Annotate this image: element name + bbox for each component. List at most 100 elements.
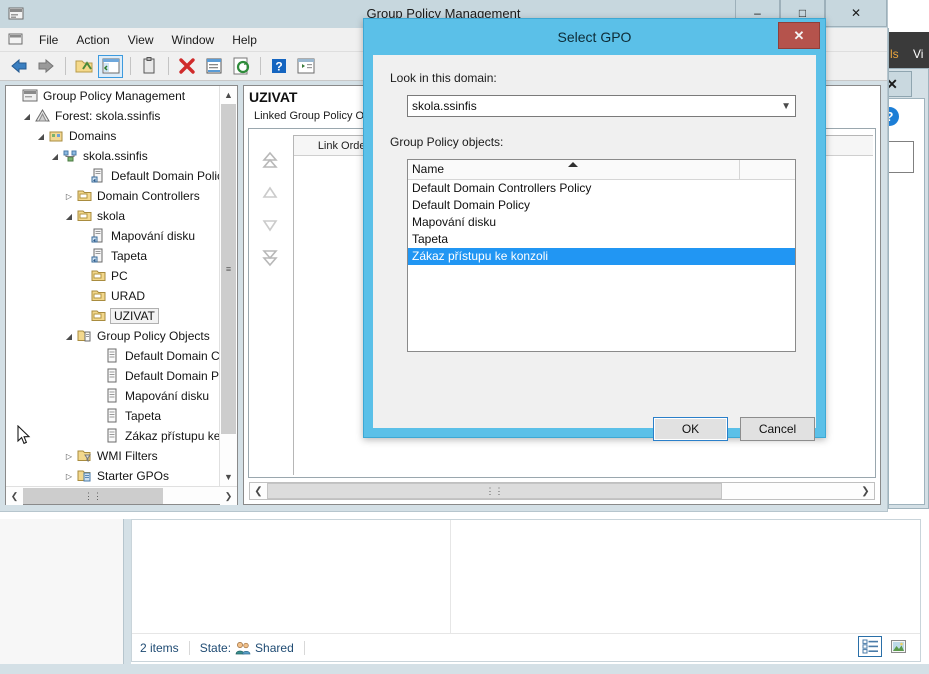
menu-item-view[interactable]: View — [119, 30, 163, 50]
scroll-up-icon[interactable]: ▲ — [220, 86, 237, 104]
tree-expander[interactable]: ◢ — [48, 152, 62, 161]
detail-horizontal-scrollbar[interactable]: ❮ ⋮⋮ ❯ — [249, 482, 875, 500]
tree-horizontal-scrollbar[interactable]: ❮ ⋮⋮ ❯ — [6, 486, 237, 505]
shared-people-icon — [235, 641, 251, 654]
status-state-value: Shared — [255, 640, 294, 655]
forward-icon[interactable] — [33, 55, 58, 78]
domain-select[interactable]: skola.ssinfis ▼ — [407, 95, 796, 117]
background-header-text-left: ls — [890, 47, 899, 61]
move-to-bottom-button[interactable] — [253, 241, 287, 273]
tree-item-label: Default Domain P — [125, 369, 219, 383]
large-icons-view-button[interactable] — [886, 636, 910, 657]
list-item-selected[interactable]: Zákaz přístupu ke konzoli — [408, 248, 795, 265]
scroll-down-icon[interactable]: ▼ — [220, 468, 237, 486]
tree-hscroll-thumb[interactable]: ⋮⋮ — [23, 488, 163, 504]
detail-scroll-right-icon[interactable]: ❯ — [857, 483, 874, 499]
tree-item-mapovani-disku-link[interactable]: Mapování disku — [6, 226, 219, 246]
sort-ascending-icon — [568, 162, 578, 167]
move-to-top-button[interactable] — [253, 145, 287, 177]
delete-icon[interactable] — [174, 55, 199, 78]
tree-item-wmi-filters[interactable]: ▷ WMI Filters — [6, 446, 219, 466]
up-folder-icon[interactable] — [71, 55, 96, 78]
column-name[interactable]: Name — [408, 160, 740, 179]
status-state-label: State: — [199, 640, 232, 655]
detail-title: UZIVAT — [249, 89, 298, 105]
mouse-cursor — [17, 425, 31, 445]
explorer-splitter[interactable] — [124, 519, 131, 672]
tree-item-label: Mapování disku — [111, 229, 196, 243]
scroll-left-icon[interactable]: ❮ — [6, 487, 23, 505]
tree-expander[interactable]: ◢ — [62, 332, 76, 341]
tree-item-gpo-tapeta[interactable]: Tapeta — [6, 406, 219, 426]
export-list-icon[interactable] — [293, 55, 318, 78]
tree-item-label: Group Policy Management — [43, 89, 186, 103]
menu-item-window[interactable]: Window — [163, 30, 224, 50]
detail-scroll-left-icon[interactable]: ❮ — [250, 483, 267, 499]
move-up-button[interactable] — [253, 177, 287, 209]
move-down-button[interactable] — [253, 209, 287, 241]
cancel-button[interactable]: Cancel — [740, 417, 815, 441]
tree-expander[interactable]: ◢ — [62, 212, 76, 221]
tree-item-uzivat[interactable]: UZIVAT — [6, 306, 219, 326]
hscroll-track[interactable] — [163, 487, 220, 504]
details-view-button[interactable] — [858, 636, 882, 657]
menu-item-file[interactable]: File — [30, 30, 67, 50]
list-item[interactable]: Default Domain Controllers Policy — [408, 180, 795, 197]
list-item[interactable]: Tapeta — [408, 231, 795, 248]
column-filler — [740, 160, 795, 179]
detail-hscroll-track[interactable] — [722, 483, 857, 499]
tree-item-starter-gpos[interactable]: ▷ Starter GPOs — [6, 466, 219, 486]
main-close-button[interactable]: ✕ — [825, 0, 887, 27]
explorer-navigation-pane[interactable] — [0, 519, 124, 672]
tree-item-gpo-mapovani-disku[interactable]: Mapování disku — [6, 386, 219, 406]
explorer-bottom-strip — [0, 664, 929, 674]
tree-item-gpo-default-domain-controllers[interactable]: Default Domain C — [6, 346, 219, 366]
console-tree-pane: Group Policy Management ◢ Forest: skola.… — [5, 85, 238, 505]
tree-item-tapeta-link[interactable]: Tapeta — [6, 246, 219, 266]
properties-icon[interactable] — [201, 55, 226, 78]
show-hide-tree-icon[interactable] — [98, 54, 123, 78]
back-icon[interactable] — [6, 55, 31, 78]
tree-item-gpo-zakaz-pristupu[interactable]: Zákaz přístupu ke — [6, 426, 219, 446]
tree-item-forest[interactable]: ◢ Forest: skola.ssinfis — [6, 106, 219, 126]
tree-item-group-policy-management[interactable]: Group Policy Management — [6, 86, 219, 106]
help-icon[interactable]: ? — [266, 55, 291, 78]
domains-icon — [49, 131, 63, 142]
close-icon[interactable]: ✕ — [778, 22, 820, 49]
tree-item-gpo-default-domain-policy[interactable]: Default Domain P — [6, 366, 219, 386]
domain-icon — [63, 150, 77, 162]
tree-expander[interactable]: ◢ — [20, 112, 34, 121]
tree-item-domain-skola[interactable]: ◢ skola.ssinfis — [6, 146, 219, 166]
chevron-down-icon[interactable]: ▼ — [781, 101, 791, 112]
explorer-content-pane[interactable]: 2 items State: Shared — [131, 519, 921, 662]
tree-item-domain-controllers[interactable]: ▷ Domain Controllers — [6, 186, 219, 206]
gpo-link-icon — [91, 168, 103, 183]
scroll-right-icon[interactable]: ❯ — [220, 487, 237, 505]
copy-icon[interactable] — [136, 55, 161, 78]
ou-icon — [91, 270, 106, 281]
list-item[interactable]: Mapování disku — [408, 214, 795, 231]
tree-item-skola-ou[interactable]: ◢ skola — [6, 206, 219, 226]
tree-item-domains[interactable]: ◢ Domains — [6, 126, 219, 146]
tree-expander[interactable]: ▷ — [62, 472, 76, 481]
tree-item-label: Domains — [69, 129, 117, 143]
tree-vertical-scrollbar[interactable]: ▲ ≡ ▼ — [219, 86, 237, 486]
tree-expander[interactable]: ▷ — [62, 452, 76, 461]
tree-item-default-domain-policy-link[interactable]: Default Domain Polic — [6, 166, 219, 186]
dialog-body: Look in this domain: skola.ssinfis ▼ Gro… — [373, 55, 816, 441]
refresh-icon[interactable] — [228, 55, 253, 78]
tree-scroll-thumb[interactable]: ≡ — [221, 104, 236, 434]
tree-item-group-policy-objects[interactable]: ◢ Group Policy Objects — [6, 326, 219, 346]
tree-expander[interactable]: ◢ — [34, 132, 48, 141]
menu-item-help[interactable]: Help — [223, 30, 266, 50]
svg-text:?: ? — [275, 60, 282, 74]
tree-item-pc[interactable]: PC — [6, 266, 219, 286]
list-item[interactable]: Default Domain Policy — [408, 197, 795, 214]
menu-item-action[interactable]: Action — [67, 30, 118, 50]
tree-expander[interactable]: ▷ — [62, 192, 76, 201]
ok-button[interactable]: OK — [653, 417, 728, 441]
detail-hscroll-thumb[interactable]: ⋮⋮ — [267, 483, 722, 499]
gpo-listbox[interactable]: Name Default Domain Controllers Policy D… — [407, 159, 796, 352]
status-bar: 2 items State: Shared — [132, 633, 920, 661]
tree-item-urad[interactable]: URAD — [6, 286, 219, 306]
